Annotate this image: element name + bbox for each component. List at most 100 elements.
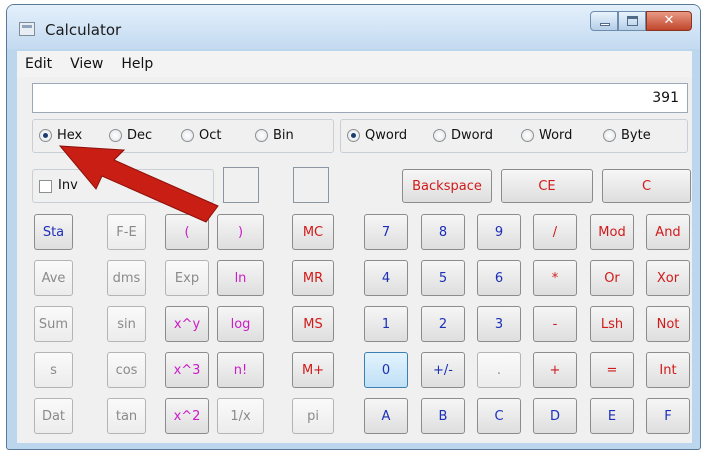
key-5-button[interactable]: 5	[421, 260, 465, 296]
key-0-button[interactable]: 0	[364, 352, 408, 388]
radio-oct-indicator	[181, 129, 194, 142]
word-size-group: Qword Dword Word Byte	[340, 119, 688, 153]
title-bar[interactable]: Calculator ✕	[7, 5, 700, 49]
radio-hex[interactable]: Hex	[39, 128, 82, 143]
key-lsh-button[interactable]: Lsh	[590, 306, 634, 342]
radio-dword[interactable]: Dword	[433, 128, 493, 143]
radio-dword-indicator	[433, 129, 446, 142]
key-3-button[interactable]: 3	[477, 306, 521, 342]
radio-hex-indicator	[39, 129, 52, 142]
key-and-button[interactable]: And	[646, 214, 690, 250]
inv-hyp-group: Inv	[32, 169, 214, 203]
key-divide-button[interactable]: /	[533, 214, 577, 250]
radio-word-indicator	[521, 129, 534, 142]
result-display[interactable]: 391	[32, 83, 688, 113]
key-mr-button[interactable]: MR	[292, 260, 334, 296]
key-cube-button[interactable]: x^3	[165, 352, 209, 388]
key-cos-button[interactable]: cos	[107, 352, 146, 388]
key-e-button[interactable]: E	[590, 398, 634, 434]
calculator-window: Calculator ✕ Edit View Help 391 Hex Dec …	[6, 4, 701, 450]
radio-bin-indicator	[255, 129, 268, 142]
clear-button[interactable]: C	[602, 169, 691, 203]
menu-edit[interactable]: Edit	[17, 56, 60, 72]
key-subtract-button[interactable]: -	[533, 306, 577, 342]
radio-oct[interactable]: Oct	[181, 128, 221, 143]
key-ms-button[interactable]: MS	[292, 306, 334, 342]
window-title: Calculator	[45, 21, 122, 39]
key-sin-button[interactable]: sin	[107, 306, 146, 342]
minimize-button[interactable]	[590, 11, 618, 31]
radio-dword-label: Dword	[451, 128, 493, 143]
radio-dec-label: Dec	[127, 128, 153, 143]
key-square-button[interactable]: x^2	[165, 398, 209, 434]
key-pi-button[interactable]: pi	[292, 398, 334, 434]
key-ln-button[interactable]: ln	[217, 260, 264, 296]
key-d-button[interactable]: D	[533, 398, 577, 434]
key-decimal-button[interactable]: .	[477, 352, 521, 388]
minimize-icon	[600, 23, 610, 26]
radio-qword-indicator	[347, 129, 360, 142]
key-b-button[interactable]: B	[421, 398, 465, 434]
key-factorial-button[interactable]: n!	[217, 352, 264, 388]
key-equals-button[interactable]: =	[590, 352, 634, 388]
key-add-button[interactable]: +	[533, 352, 577, 388]
maximize-button[interactable]	[618, 11, 646, 31]
radio-dec-indicator	[109, 129, 122, 142]
radio-word[interactable]: Word	[521, 128, 572, 143]
key-close-paren-button[interactable]: )	[217, 214, 264, 250]
key-mc-button[interactable]: MC	[292, 214, 334, 250]
key-sta-button[interactable]: Sta	[34, 214, 73, 250]
radio-hex-label: Hex	[57, 128, 83, 143]
clear-entry-button[interactable]: CE	[501, 169, 593, 203]
backspace-button[interactable]: Backspace	[402, 169, 492, 203]
close-icon: ✕	[663, 13, 675, 28]
menu-help[interactable]: Help	[113, 56, 161, 72]
key-log-button[interactable]: log	[217, 306, 264, 342]
parenthesis-indicator	[223, 167, 259, 203]
radio-word-label: Word	[539, 128, 573, 143]
inv-checkbox[interactable]	[39, 180, 52, 193]
key-int-button[interactable]: Int	[646, 352, 690, 388]
inv-label: Inv	[58, 178, 78, 193]
key-open-paren-button[interactable]: (	[165, 214, 209, 250]
radio-bin-label: Bin	[273, 128, 294, 143]
key-2-button[interactable]: 2	[421, 306, 465, 342]
key-c-button[interactable]: C	[477, 398, 521, 434]
key-ave-button[interactable]: Ave	[34, 260, 73, 296]
menu-bar: Edit View Help	[17, 51, 692, 77]
calculator-app-icon	[19, 22, 35, 36]
memory-indicator	[293, 167, 329, 203]
key-not-button[interactable]: Not	[646, 306, 690, 342]
key-multiply-button[interactable]: *	[533, 260, 577, 296]
radio-byte[interactable]: Byte	[603, 128, 651, 143]
radio-qword[interactable]: Qword	[347, 128, 407, 143]
key-6-button[interactable]: 6	[477, 260, 521, 296]
radio-bin[interactable]: Bin	[255, 128, 294, 143]
key-8-button[interactable]: 8	[421, 214, 465, 250]
key-negate-button[interactable]: +/-	[421, 352, 465, 388]
key-mod-button[interactable]: Mod	[590, 214, 634, 250]
key-s-button[interactable]: s	[34, 352, 73, 388]
radio-dec[interactable]: Dec	[109, 128, 152, 143]
key-sum-button[interactable]: Sum	[34, 306, 73, 342]
key-a-button[interactable]: A	[364, 398, 408, 434]
key-reciprocal-button[interactable]: 1/x	[217, 398, 264, 434]
key-4-button[interactable]: 4	[364, 260, 408, 296]
menu-view[interactable]: View	[62, 56, 111, 72]
key-exp-button[interactable]: Exp	[165, 260, 209, 296]
key-f-button[interactable]: F	[646, 398, 690, 434]
key-xor-button[interactable]: Xor	[646, 260, 690, 296]
key-fe-button[interactable]: F-E	[107, 214, 146, 250]
close-button[interactable]: ✕	[646, 11, 692, 31]
key-9-button[interactable]: 9	[477, 214, 521, 250]
key-m-button[interactable]: M+	[292, 352, 334, 388]
key-power-button[interactable]: x^y	[165, 306, 209, 342]
radio-oct-label: Oct	[199, 128, 222, 143]
key-or-button[interactable]: Or	[590, 260, 634, 296]
key-dat-button[interactable]: Dat	[34, 398, 73, 434]
radio-qword-label: Qword	[365, 128, 408, 143]
key-tan-button[interactable]: tan	[107, 398, 146, 434]
key-dms-button[interactable]: dms	[107, 260, 146, 296]
key-1-button[interactable]: 1	[364, 306, 408, 342]
key-7-button[interactable]: 7	[364, 214, 408, 250]
